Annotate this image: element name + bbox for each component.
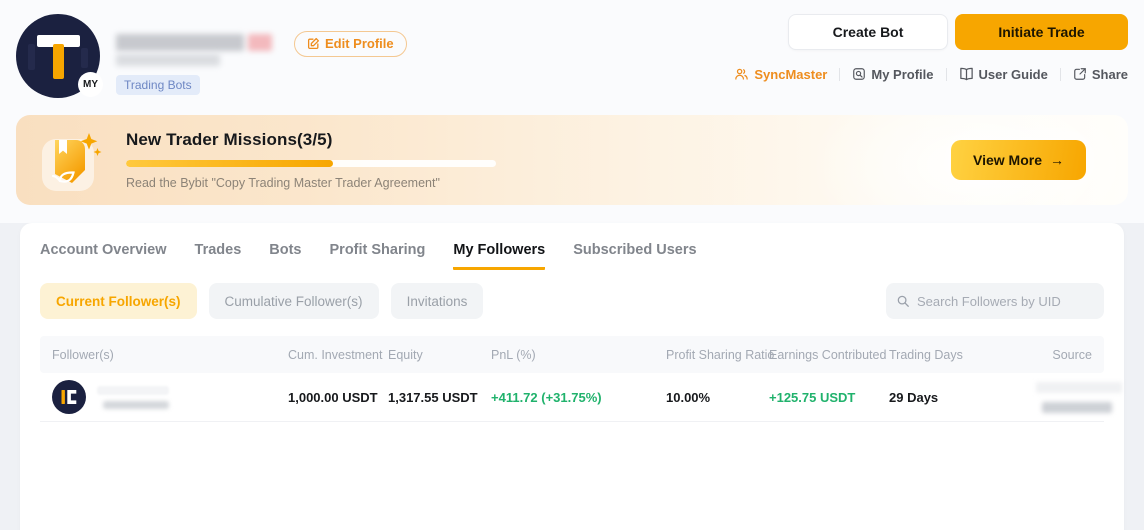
page-header-section: MY Trading Bots Edit Profile Create Bot … xyxy=(0,0,1144,223)
column-header-followers: Follower(s) xyxy=(40,348,276,362)
tab-bots[interactable]: Bots xyxy=(269,242,301,270)
column-header-equity: Equity xyxy=(376,348,479,362)
missions-book-icon xyxy=(38,127,104,193)
syncmaster-link[interactable]: SyncMaster xyxy=(734,67,827,82)
missions-progress-bar xyxy=(126,160,496,167)
follower-filter-pills: Current Follower(s) Cumulative Follower(… xyxy=(40,283,483,319)
table-row: 1,000.00 USDT 1,317.55 USDT +411.72 (+31… xyxy=(40,373,1104,422)
column-header-trading-days: Trading Days xyxy=(877,348,1024,362)
tab-trades[interactable]: Trades xyxy=(195,242,242,270)
column-header-cum-investment: Cum. Investment xyxy=(276,348,376,362)
redacted-follower-name xyxy=(97,386,169,409)
edit-profile-label: Edit Profile xyxy=(325,36,394,51)
missions-title: New Trader Missions(3/5) xyxy=(126,130,951,150)
create-bot-button[interactable]: Create Bot xyxy=(788,14,948,50)
divider xyxy=(1060,68,1061,81)
tab-profit-sharing[interactable]: Profit Sharing xyxy=(330,242,426,270)
avatar-my-badge: MY xyxy=(78,72,103,97)
tab-subscribed-users[interactable]: Subscribed Users xyxy=(573,242,696,270)
avatar-decor xyxy=(81,48,88,68)
trader-avatar[interactable]: MY xyxy=(16,14,100,98)
cell-profit-sharing-ratio: 10.00% xyxy=(654,390,757,405)
trader-profile-block: MY Trading Bots Edit Profile xyxy=(16,14,407,98)
column-header-profit-sharing-ratio: Profit Sharing Ratio xyxy=(654,348,757,362)
trader-missions-banner: New Trader Missions(3/5) Read the Bybit … xyxy=(16,115,1128,205)
pill-current-followers[interactable]: Current Follower(s) xyxy=(40,283,197,319)
trading-bots-badge: Trading Bots xyxy=(116,75,200,95)
cell-equity: 1,317.55 USDT xyxy=(376,390,479,405)
tabs-row: Account Overview Trades Bots Profit Shar… xyxy=(40,223,1104,270)
share-icon xyxy=(1073,67,1087,81)
edit-pencil-icon xyxy=(307,37,320,50)
view-more-button[interactable]: View More → xyxy=(951,140,1086,180)
missions-progress-fill xyxy=(126,160,333,167)
avatar-logo-t-icon xyxy=(53,44,64,79)
missions-subtitle: Read the Bybit "Copy Trading Master Trad… xyxy=(126,176,951,190)
search-icon xyxy=(896,294,910,308)
arrow-right-icon: → xyxy=(1050,152,1064,168)
search-followers-input[interactable] xyxy=(917,294,1094,309)
redacted-source xyxy=(1036,382,1122,413)
followers-table: Follower(s) Cum. Investment Equity PnL (… xyxy=(40,336,1104,422)
pill-cumulative-followers[interactable]: Cumulative Follower(s) xyxy=(209,283,379,319)
redacted-trader-subtext xyxy=(116,54,220,66)
column-header-source: Source xyxy=(1024,348,1104,362)
divider xyxy=(839,68,840,81)
share-link[interactable]: Share xyxy=(1073,67,1128,82)
quick-links-row: SyncMaster My Profile User Guide Share xyxy=(734,65,1128,83)
tab-my-followers[interactable]: My Followers xyxy=(453,242,545,270)
people-icon xyxy=(734,67,749,81)
table-header-row: Follower(s) Cum. Investment Equity PnL (… xyxy=(40,336,1104,373)
cell-pnl: +411.72 (+31.75%) xyxy=(479,390,654,405)
user-guide-link[interactable]: User Guide xyxy=(959,67,1048,82)
column-header-pnl: PnL (%) xyxy=(479,348,654,362)
initiate-trade-button[interactable]: Initiate Trade xyxy=(955,14,1128,50)
pill-invitations[interactable]: Invitations xyxy=(391,283,484,319)
book-icon xyxy=(959,67,974,81)
cell-earnings-contributed: +125.75 USDT xyxy=(757,390,877,405)
cell-cum-investment: 1,000.00 USDT xyxy=(276,390,376,405)
follower-cell[interactable] xyxy=(52,380,264,414)
column-header-earnings-contributed: Earnings Contributed xyxy=(757,348,877,362)
my-profile-link[interactable]: My Profile xyxy=(852,67,933,82)
tab-account-overview[interactable]: Account Overview xyxy=(40,242,167,270)
followers-card: Account Overview Trades Bots Profit Shar… xyxy=(20,223,1124,530)
cell-trading-days: 29 Days xyxy=(877,390,1024,405)
profile-preview-icon xyxy=(852,67,866,81)
search-followers-box[interactable] xyxy=(886,283,1104,319)
avatar-decor xyxy=(28,44,35,70)
edit-profile-button[interactable]: Edit Profile xyxy=(294,31,407,57)
redacted-trader-name xyxy=(116,34,272,51)
follower-avatar xyxy=(52,380,86,414)
divider xyxy=(946,68,947,81)
